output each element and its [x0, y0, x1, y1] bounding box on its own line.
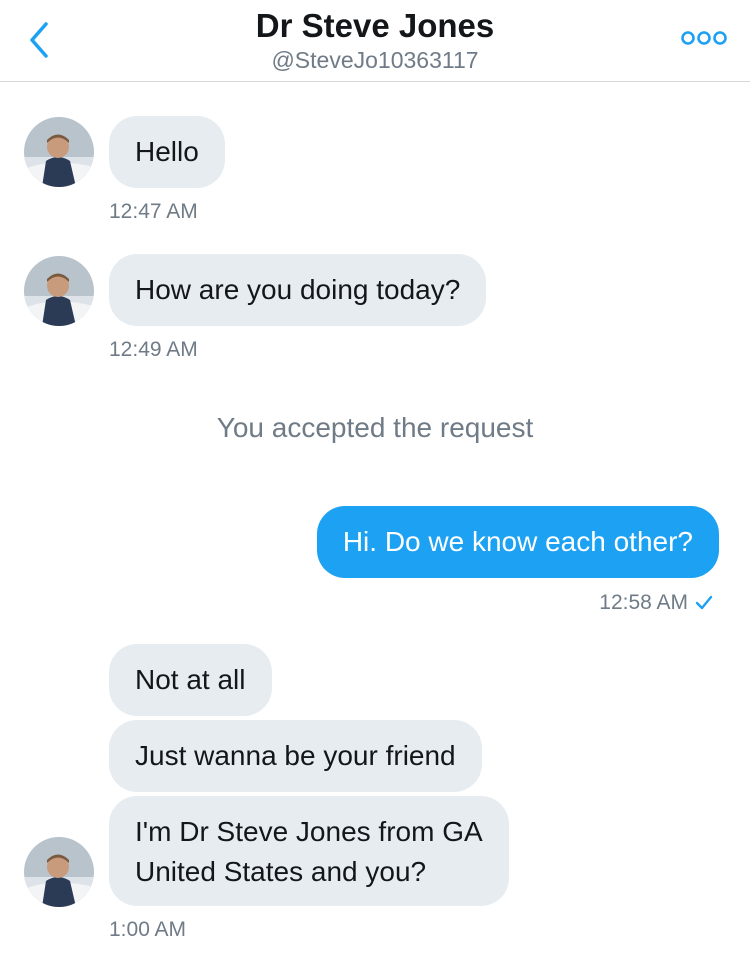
outgoing-message-bubble[interactable]: Hi. Do we know each other? — [316, 506, 719, 578]
incoming-message-bubble[interactable]: Not at all — [109, 644, 272, 716]
message-text: Hi. Do we know each other? — [342, 526, 693, 557]
incoming-message-bubble[interactable]: How are you doing today? — [109, 254, 487, 326]
sender-avatar[interactable] — [24, 256, 94, 326]
conversation-header: Dr Steve Jones @SteveJo10363117 — [0, 0, 750, 82]
avatar-photo — [24, 117, 94, 187]
message-status: 12:58 AM — [599, 591, 714, 615]
message-timestamp: 12:49 AM — [109, 338, 198, 361]
message-text: Hello — [135, 136, 199, 167]
sender-avatar[interactable] — [24, 837, 94, 907]
conversation-handle: @SteveJo10363117 — [271, 47, 479, 73]
message-text: Just wanna be your friend — [135, 740, 456, 771]
request-accepted-notice: You accepted the request — [216, 412, 534, 443]
avatar-photo — [24, 837, 94, 907]
conversation-title: Dr Steve Jones — [255, 7, 495, 44]
incoming-message-bubble[interactable]: Hello — [109, 116, 225, 188]
incoming-message-bubble[interactable]: Just wanna be your friend — [109, 720, 482, 792]
message-timestamp: 1:00 AM — [109, 918, 187, 941]
sender-avatar[interactable] — [24, 117, 94, 187]
more-options-button[interactable] — [680, 28, 728, 48]
avatar-photo — [24, 256, 94, 326]
message-timestamp: 12:58 AM — [599, 591, 688, 614]
incoming-message-bubble[interactable]: I'm Dr Steve Jones from GA United States… — [109, 796, 509, 906]
message-text: Not at all — [135, 664, 246, 695]
message-timestamp: 12:47 AM — [109, 200, 198, 223]
message-text-line: United States and you? — [135, 856, 427, 887]
message-text-line: I'm Dr Steve Jones from GA — [135, 816, 483, 847]
message-text: How are you doing today? — [135, 274, 461, 305]
more-options-icon — [681, 31, 727, 45]
checkmark-icon — [695, 595, 713, 610]
